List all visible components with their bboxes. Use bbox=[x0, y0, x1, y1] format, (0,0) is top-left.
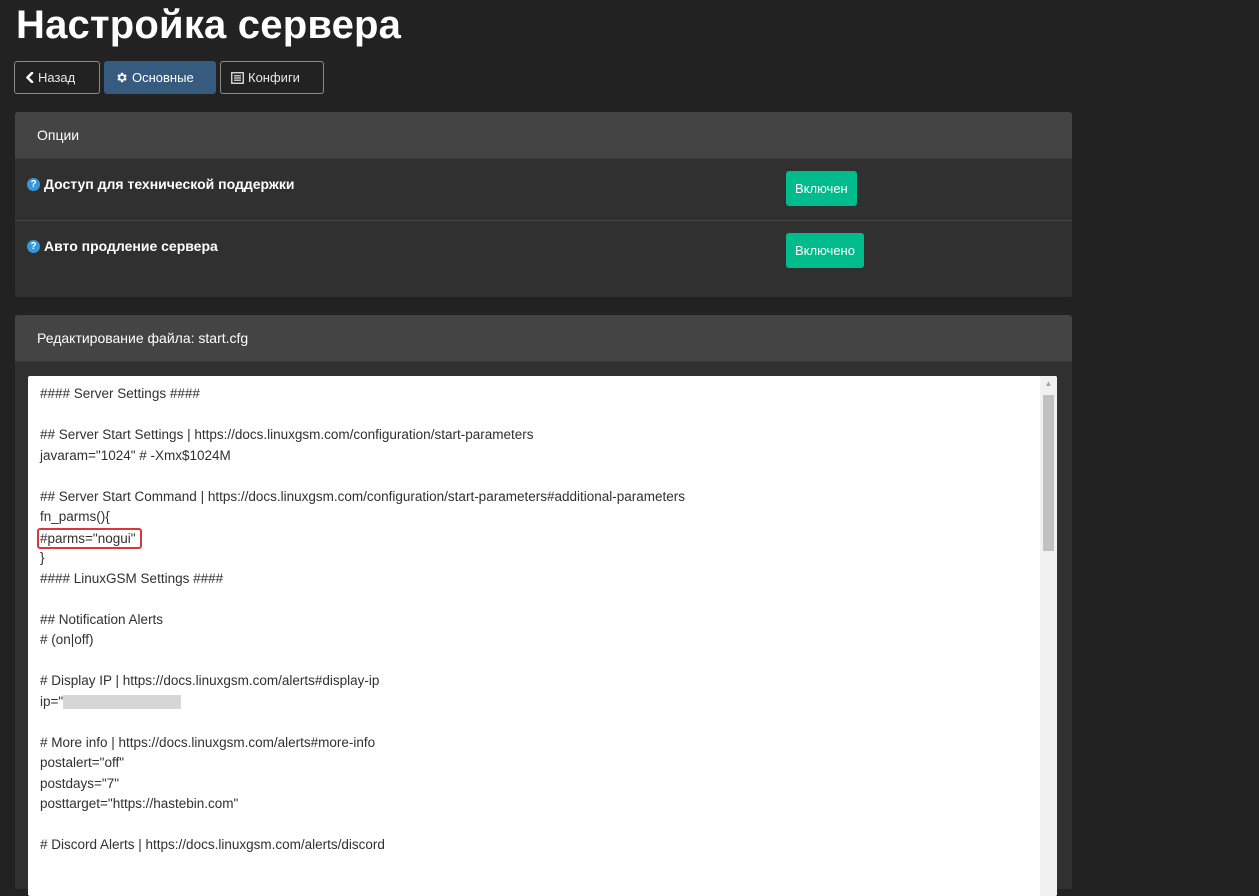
option-row-auto-renew: ? Авто продление сервера Включено bbox=[15, 221, 1072, 282]
editor-line: ## Notification Alerts bbox=[40, 611, 164, 627]
editor-line: # More info | https://docs.linuxgsm.com/… bbox=[40, 734, 376, 750]
configs-tab-button[interactable]: Конфиги bbox=[220, 61, 324, 94]
editor-scrollbar[interactable]: ▲ bbox=[1040, 376, 1057, 896]
highlighted-parms-line: #parms="nogui" bbox=[37, 527, 142, 549]
editor-line: ip=" bbox=[40, 692, 1037, 713]
editor-line: javaram="1024" # -Xmx$1024M bbox=[40, 447, 231, 463]
main-tab-label: Основные bbox=[132, 70, 194, 85]
back-button-label: Назад bbox=[38, 70, 76, 85]
back-button[interactable]: Назад bbox=[14, 61, 100, 94]
option-label-auto-renew: Авто продление сервера bbox=[44, 238, 218, 254]
question-circle-icon[interactable]: ? bbox=[27, 239, 40, 253]
editor-line: fn_parms(){ bbox=[40, 509, 110, 524]
editor-line: # Discord Alerts | https://docs.linuxgsm… bbox=[40, 837, 385, 852]
configs-tab-label: Конфиги bbox=[248, 70, 300, 85]
editor-line: # (on|off) bbox=[40, 632, 94, 647]
auto-renew-toggle-button[interactable]: Включено bbox=[786, 233, 864, 268]
editor-line: } bbox=[40, 550, 45, 565]
editor-panel: Редактирование файла: start.cfg #### Ser… bbox=[15, 315, 1072, 896]
editor-scrollbar-thumb[interactable] bbox=[1043, 395, 1054, 551]
support-access-toggle-button[interactable]: Включен bbox=[786, 171, 857, 206]
list-alt-icon bbox=[231, 71, 244, 84]
editor-line: #### Server Settings #### bbox=[40, 386, 200, 401]
editor-line: #### LinuxGSM Settings #### bbox=[40, 570, 224, 586]
editor-line: #parms="nogui" bbox=[37, 527, 1037, 549]
ip-line-text: ip=" bbox=[40, 693, 64, 709]
editor-line: ## Server Start Command | https://docs.l… bbox=[40, 488, 686, 504]
editor-line: # Display IP | https://docs.linuxgsm.com… bbox=[40, 673, 380, 688]
editor-panel-heading: Редактирование файла: start.cfg bbox=[15, 315, 1072, 362]
option-label-support-access: Доступ для технической поддержки bbox=[44, 176, 295, 192]
options-panel: Опции ? Доступ для технической поддержки… bbox=[15, 112, 1072, 297]
main-tab-button[interactable]: Основные bbox=[104, 61, 216, 94]
editor-line: ## Server Start Settings | https://docs.… bbox=[40, 427, 534, 442]
editor-line: postalert="off" bbox=[40, 755, 125, 770]
chevron-left-icon bbox=[25, 72, 34, 83]
options-panel-heading: Опции bbox=[15, 112, 1072, 159]
redacted-ip-block bbox=[63, 694, 182, 709]
settings-nav: Назад Основные Конфиги bbox=[14, 61, 324, 94]
option-row-support-access: ? Доступ для технической поддержки Включ… bbox=[15, 159, 1072, 221]
question-circle-icon[interactable]: ? bbox=[27, 177, 40, 191]
gear-icon bbox=[115, 71, 128, 84]
config-file-editor[interactable]: #### Server Settings #### ## Server Start… bbox=[28, 376, 1057, 896]
editor-line: posttarget="https://hastebin.com" bbox=[40, 796, 239, 811]
editor-line: postdays="7" bbox=[40, 775, 120, 791]
editor-content[interactable]: #### Server Settings #### ## Server Start… bbox=[37, 384, 1037, 856]
scroll-up-arrow-icon[interactable]: ▲ bbox=[1040, 376, 1057, 393]
page-title: Настройка сервера bbox=[16, 3, 402, 47]
